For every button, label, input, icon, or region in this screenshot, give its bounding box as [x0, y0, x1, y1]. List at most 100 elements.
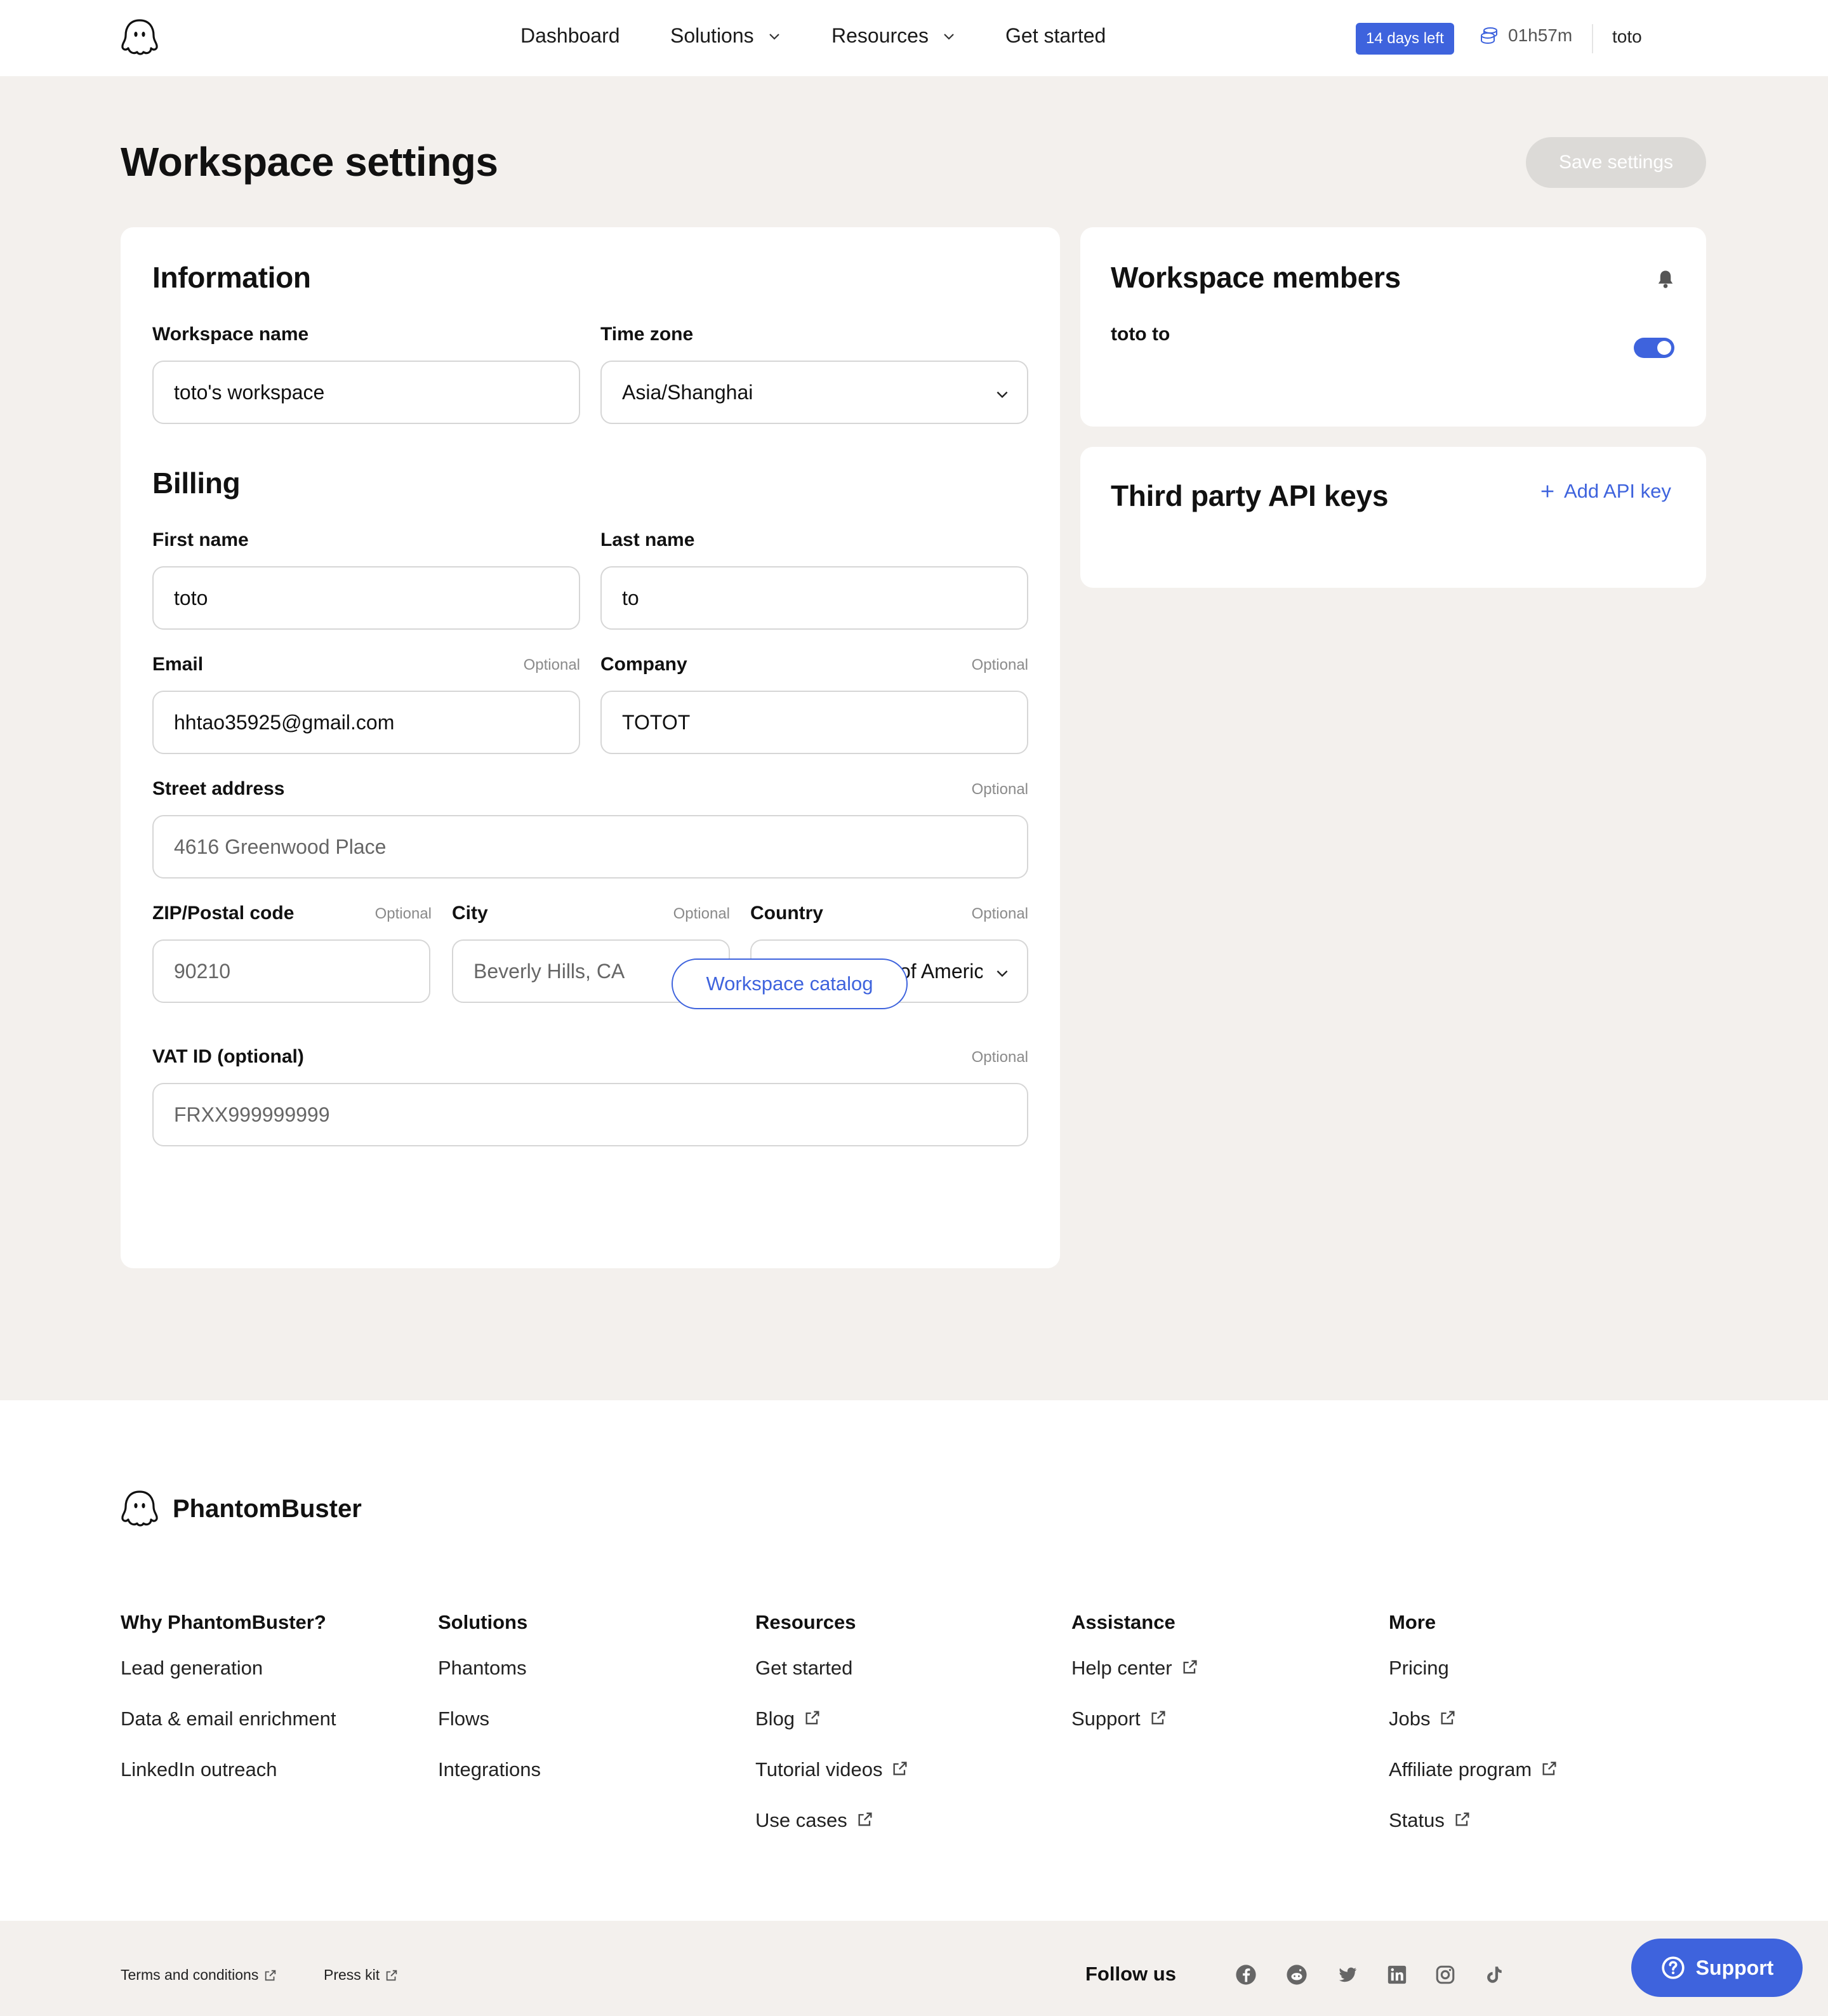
nav-dashboard[interactable]: Dashboard — [520, 24, 620, 48]
footer-link-label: Flows — [438, 1708, 489, 1730]
execution-time-indicator[interactable]: 01h57m — [1479, 25, 1572, 46]
phantombuster-logo-icon[interactable] — [121, 18, 159, 57]
timezone-select[interactable]: Asia/Shanghai — [600, 361, 1028, 424]
instagram-icon[interactable] — [1434, 1964, 1456, 1986]
email-label: Email — [152, 654, 204, 675]
footer-link-label: Help center — [1071, 1657, 1172, 1679]
press-kit-label: Press kit — [324, 1966, 380, 1983]
footer-link[interactable]: Data & email enrichment — [121, 1708, 336, 1758]
footer-link[interactable]: Pricing — [1389, 1657, 1558, 1708]
footer-link[interactable]: Tutorial videos — [755, 1758, 909, 1809]
first-name-label: First name — [152, 529, 249, 550]
footer-column: More Pricing Jobs Affiliate program Status — [1389, 1611, 1558, 1860]
company-input[interactable]: TOTOT — [600, 691, 1028, 754]
linkedin-icon[interactable] — [1386, 1964, 1408, 1986]
footer-link[interactable]: Blog — [755, 1708, 909, 1758]
terms-label: Terms and conditions — [121, 1966, 259, 1983]
footer-link-label: LinkedIn outreach — [121, 1758, 277, 1781]
footer-link[interactable]: Support — [1071, 1708, 1199, 1758]
last-name-input[interactable]: to — [600, 566, 1028, 630]
company-optional-hint: Optional — [971, 656, 1028, 673]
api-keys-heading: Third party API keys — [1111, 479, 1389, 512]
support-chat-button[interactable]: Support — [1631, 1939, 1803, 1997]
street-optional-hint: Optional — [971, 781, 1028, 798]
footer-link[interactable]: Affiliate program — [1389, 1758, 1558, 1809]
workspace-name-input[interactable]: toto's workspace — [152, 361, 580, 424]
first-name-input[interactable]: toto — [152, 566, 580, 630]
footer-link-label: Get started — [755, 1657, 853, 1679]
information-heading: Information — [152, 261, 311, 294]
external-link-icon — [386, 1970, 397, 1980]
workspace-members-card — [1080, 227, 1706, 427]
phantombuster-logo-icon — [121, 1490, 158, 1527]
workspace-catalog-button[interactable]: Workspace catalog — [672, 958, 908, 1009]
nav-get-started-label: Get started — [1005, 24, 1106, 47]
reddit-icon[interactable] — [1286, 1964, 1308, 1986]
member-notification-toggle[interactable] — [1634, 338, 1674, 358]
nav-divider — [1592, 24, 1593, 53]
user-menu[interactable]: toto — [1612, 27, 1642, 47]
footer-link[interactable]: LinkedIn outreach — [121, 1758, 336, 1809]
external-link-icon — [1542, 1761, 1556, 1775]
workspace-members-heading: Workspace members — [1111, 261, 1401, 294]
chevron-down-icon — [769, 33, 779, 40]
nav-get-started[interactable]: Get started — [1005, 24, 1106, 48]
footer-link[interactable]: Get started — [755, 1657, 909, 1708]
footer-link-label: Lead generation — [121, 1657, 263, 1679]
footer-link[interactable]: Integrations — [438, 1758, 541, 1809]
footer-link[interactable]: Status — [1389, 1809, 1558, 1860]
footer-column-title: Solutions — [438, 1611, 528, 1633]
vat-optional-hint: Optional — [971, 1049, 1028, 1066]
support-button-label: Support — [1695, 1956, 1774, 1979]
trial-badge[interactable]: 14 days left — [1356, 23, 1454, 55]
footer-link[interactable]: Flows — [438, 1708, 541, 1758]
twitter-icon[interactable] — [1337, 1964, 1358, 1986]
last-name-label: Last name — [600, 529, 695, 550]
footer-link-label: Tutorial videos — [755, 1758, 883, 1781]
external-link-icon — [858, 1812, 872, 1826]
external-link-icon — [1441, 1711, 1455, 1725]
nav-solutions-label: Solutions — [670, 24, 754, 47]
footer-link-label: Affiliate program — [1389, 1758, 1532, 1781]
footer-link-label: Blog — [755, 1708, 795, 1730]
tiktok-icon[interactable] — [1483, 1964, 1504, 1986]
save-settings-button[interactable]: Save settings — [1526, 137, 1706, 188]
help-circle-icon — [1662, 1956, 1685, 1979]
city-label: City — [452, 903, 488, 924]
footer-link[interactable]: Help center — [1071, 1657, 1199, 1708]
footer-link-label: Data & email enrichment — [121, 1708, 336, 1730]
press-kit-link[interactable]: Press kit — [324, 1966, 399, 1984]
footer-link[interactable]: Phantoms — [438, 1657, 541, 1708]
coins-icon — [1481, 27, 1497, 44]
footer-link[interactable]: Lead generation — [121, 1657, 336, 1708]
street-address-input[interactable]: 4616 Greenwood Place — [152, 815, 1028, 879]
chevron-down-icon — [997, 970, 1008, 978]
nav-dashboard-label: Dashboard — [520, 24, 620, 47]
footer-link-label: Support — [1071, 1708, 1141, 1730]
terms-link[interactable]: Terms and conditions — [121, 1966, 277, 1984]
add-api-key-button[interactable]: Add API key — [1539, 480, 1671, 503]
external-link-icon — [1183, 1660, 1197, 1674]
external-link-icon — [265, 1970, 276, 1980]
footer-brand[interactable]: PhantomBuster — [121, 1489, 362, 1529]
footer-column-title: Why PhantomBuster? — [121, 1611, 326, 1633]
footer-column-title: Resources — [755, 1611, 856, 1633]
nav-solutions[interactable]: Solutions — [670, 24, 782, 48]
nav-resources-label: Resources — [831, 24, 929, 47]
facebook-icon[interactable] — [1235, 1964, 1257, 1986]
bell-icon[interactable] — [1654, 268, 1677, 291]
vat-id-input[interactable]: FRXX999999999 — [152, 1083, 1028, 1146]
email-optional-hint: Optional — [523, 656, 580, 673]
nav-resources[interactable]: Resources — [831, 24, 957, 48]
email-input[interactable]: hhtao35925@gmail.com — [152, 691, 580, 754]
footer-link-label: Pricing — [1389, 1657, 1449, 1679]
street-address-label: Street address — [152, 778, 285, 799]
zip-input[interactable]: 90210 — [152, 939, 430, 1003]
external-link-icon — [805, 1711, 819, 1725]
footer-column-title: Assistance — [1071, 1611, 1176, 1633]
external-link-icon — [1455, 1812, 1469, 1826]
footer-link[interactable]: Use cases — [755, 1809, 909, 1860]
footer: PhantomBuster Why PhantomBuster? Lead gen… — [0, 1400, 1828, 1921]
footer-bottom-bar: Terms and conditions Press kit Follow us… — [0, 1921, 1828, 2016]
footer-link[interactable]: Jobs — [1389, 1708, 1558, 1758]
